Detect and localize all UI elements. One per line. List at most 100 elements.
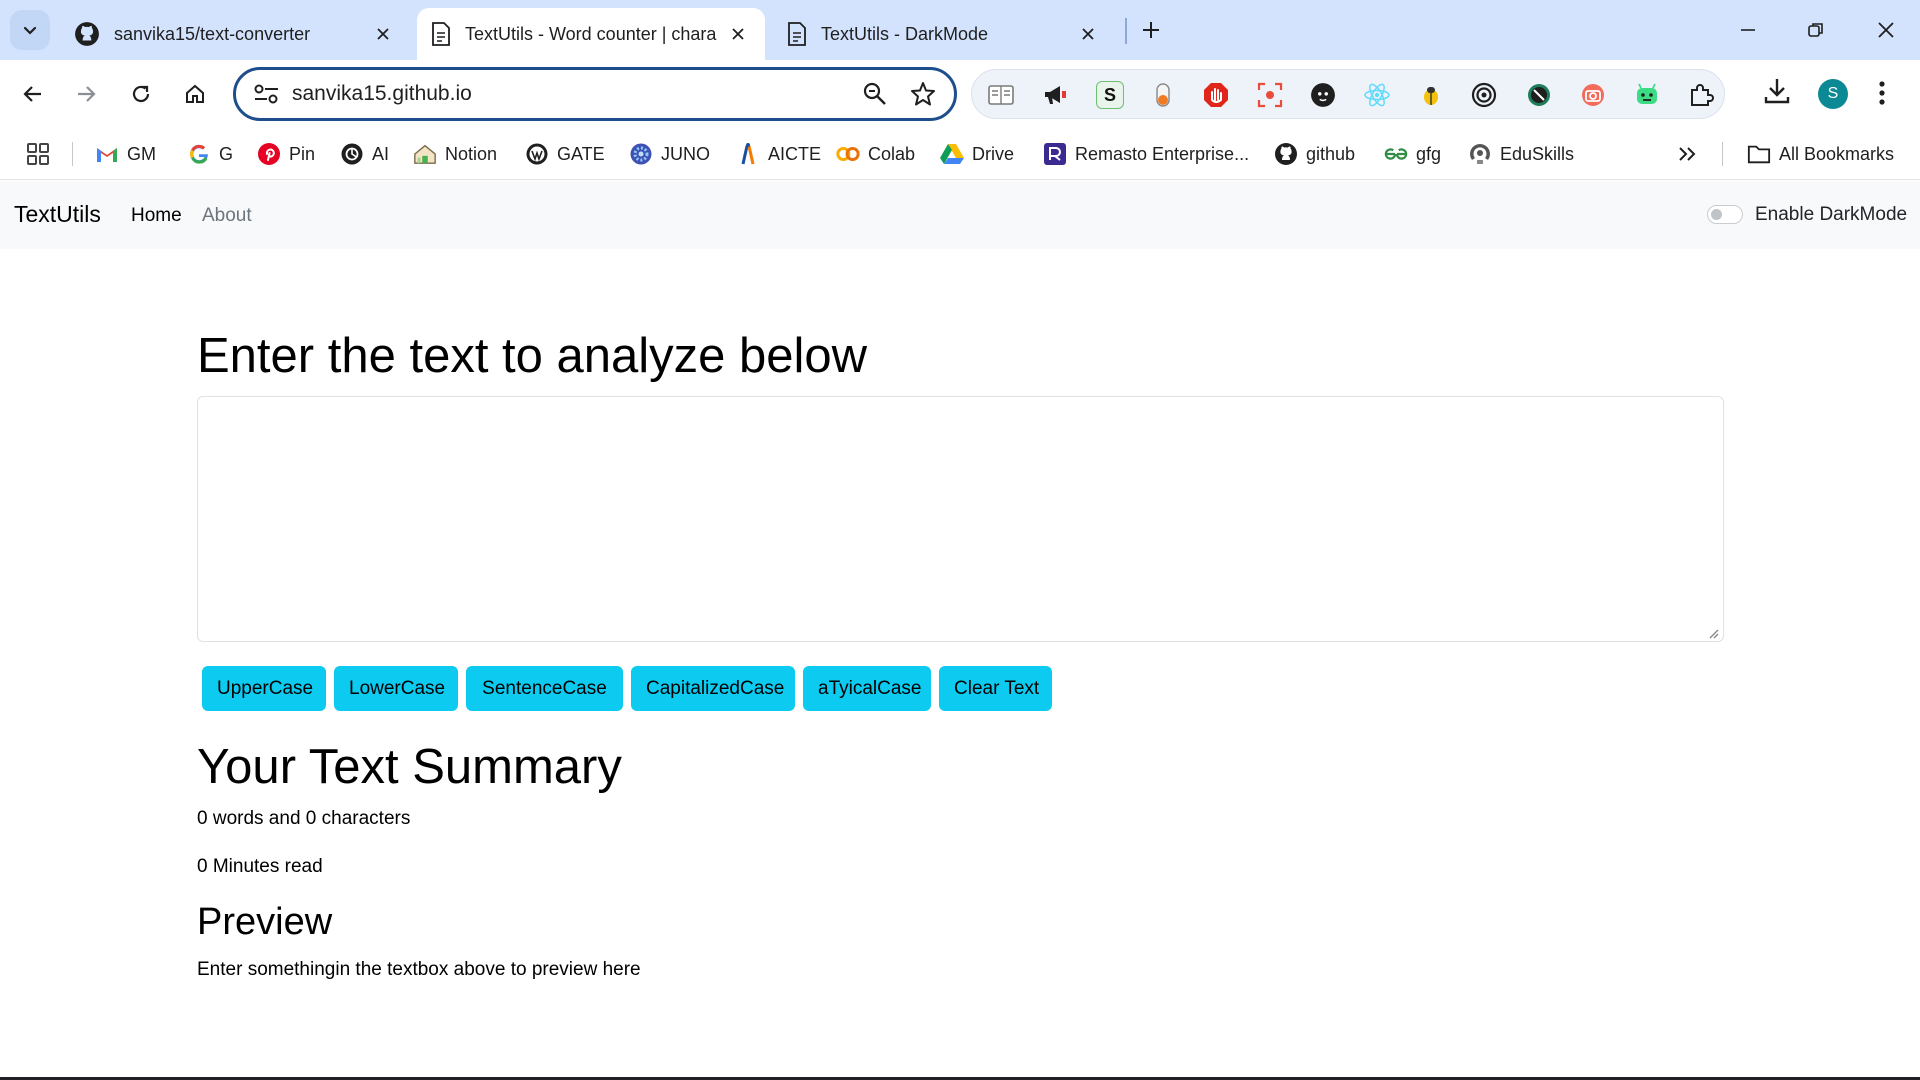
bookmark-github[interactable]: github [1274, 140, 1355, 168]
apps-button[interactable] [26, 140, 50, 168]
tab-textutils-active[interactable]: TextUtils - Word counter | character cou… [417, 8, 765, 60]
s-extension-icon[interactable]: S [1096, 81, 1124, 109]
bookmark-juno[interactable]: JUNO [629, 140, 710, 168]
plus-icon [1143, 22, 1159, 38]
preview-heading: Preview [197, 901, 333, 943]
nav-link-home[interactable]: Home [131, 205, 182, 227]
gmail-icon [95, 142, 119, 166]
bookmark-notion[interactable]: Notion [413, 140, 497, 168]
darkmode-label[interactable]: Enable DarkMode [1755, 204, 1907, 226]
darkmode-toggle[interactable] [1707, 205, 1743, 224]
arrow-right-icon [78, 86, 96, 102]
bookmark-ai[interactable]: AI [340, 140, 389, 168]
close-tab-button[interactable] [370, 21, 396, 47]
bookmark-label: G [219, 143, 234, 164]
folder-icon [1747, 142, 1771, 166]
camera-icon[interactable] [1579, 81, 1607, 109]
atypicalcase-button[interactable]: aTyicalCase [803, 666, 931, 711]
tab-github[interactable]: sanvika15/text-converter [60, 8, 410, 60]
url-text[interactable]: sanvika15.github.io [292, 82, 472, 106]
close-tab-button[interactable] [1075, 21, 1101, 47]
nav-link-about[interactable]: About [202, 205, 252, 227]
puzzle-icon[interactable] [1687, 81, 1715, 109]
screenshot-icon[interactable] [1256, 81, 1284, 109]
resize-handle-icon[interactable] [1707, 627, 1719, 639]
chevron-down-icon [23, 26, 37, 35]
wordpress-icon[interactable] [1525, 81, 1553, 109]
read-time: 0 Minutes read [197, 856, 323, 877]
close-icon [1082, 28, 1094, 40]
tab-darkmode[interactable]: TextUtils - DarkMode [773, 8, 1115, 60]
bookmark-drive[interactable]: Drive [940, 140, 1014, 168]
uppercase-button[interactable]: UpperCase [202, 666, 326, 711]
bookmark-colab[interactable]: Colab [836, 140, 915, 168]
more-bookmarks-button[interactable] [1676, 140, 1698, 168]
gfg-icon [1384, 142, 1408, 166]
close-window-button[interactable] [1856, 8, 1916, 52]
bookmark-label: Notion [445, 143, 498, 164]
bookmark-eduskills[interactable]: EduSkills [1468, 140, 1574, 168]
google-icon [187, 142, 211, 166]
reader-mode-icon[interactable] [987, 81, 1015, 109]
minimize-icon [1741, 29, 1755, 31]
profile-avatar[interactable]: S [1818, 79, 1848, 109]
document-icon [432, 22, 450, 46]
bookmark-gfg[interactable]: gfg [1384, 140, 1441, 168]
target-icon[interactable] [1470, 81, 1498, 109]
android-icon[interactable] [1633, 81, 1661, 109]
gate-icon [525, 142, 549, 166]
bookmark-label: AI [372, 143, 390, 164]
home-button[interactable] [175, 74, 215, 114]
clear-text-button[interactable]: Clear Text [939, 666, 1052, 711]
github-icon [75, 22, 99, 46]
pill-icon[interactable] [1149, 81, 1177, 109]
capitalizedcase-button[interactable]: CapitalizedCase [631, 666, 795, 711]
bookmark-pin[interactable]: Pin [257, 140, 315, 168]
bookmark-remasto[interactable]: Remasto Enterprise... [1043, 140, 1249, 168]
site-info-icon[interactable] [252, 82, 282, 106]
bookmark-label: Drive [972, 143, 1015, 164]
word-char-count: 0 words and 0 characters [197, 808, 411, 829]
restore-icon [1808, 23, 1823, 37]
react-icon[interactable] [1363, 81, 1391, 109]
restore-button[interactable] [1786, 8, 1846, 52]
bookmark-label: AICTE [768, 143, 822, 164]
document-icon [788, 22, 806, 46]
bookmarks-separator [72, 142, 73, 166]
back-button[interactable] [13, 74, 53, 114]
bookmark-gate[interactable]: GATE [525, 140, 605, 168]
adblock-hand-icon[interactable] [1202, 81, 1230, 109]
download-icon[interactable] [1762, 76, 1792, 106]
sentencecase-button[interactable]: SentenceCase [466, 666, 623, 711]
openai-icon [340, 142, 364, 166]
github-cat-icon[interactable] [1309, 81, 1337, 109]
zoom-icon[interactable] [861, 80, 889, 108]
juno-icon [629, 142, 653, 166]
github-icon [1274, 142, 1298, 166]
reload-button[interactable] [121, 74, 161, 114]
eduskills-icon [1468, 142, 1492, 166]
reload-icon [132, 85, 150, 103]
bookmark-aicte[interactable]: AICTE [736, 140, 821, 168]
megaphone-icon[interactable] [1041, 81, 1069, 109]
navbar-brand[interactable]: TextUtils [14, 201, 101, 228]
close-tab-button[interactable] [725, 21, 751, 47]
address-bar[interactable]: sanvika15.github.io [233, 67, 957, 121]
all-bookmarks-button[interactable]: All Bookmarks [1747, 140, 1894, 168]
site-navbar: TextUtils Home About Enable DarkMode [0, 181, 1920, 249]
more-vertical-icon[interactable] [1872, 77, 1892, 109]
aicte-icon [736, 142, 760, 166]
new-tab-button[interactable] [1133, 12, 1169, 48]
bookmark-star-icon[interactable] [909, 80, 937, 108]
text-input-area[interactable] [197, 396, 1724, 642]
bookmark-gm[interactable]: GM [95, 140, 156, 168]
summary-heading: Your Text Summary [197, 740, 622, 794]
tab-search-button[interactable] [10, 10, 50, 50]
minimize-button[interactable] [1718, 8, 1778, 52]
bug-icon[interactable] [1417, 81, 1445, 109]
lowercase-button[interactable]: LowerCase [334, 666, 458, 711]
bookmarks-separator [1722, 142, 1723, 166]
forward-button[interactable] [66, 74, 106, 114]
browser-toolbar: sanvika15.github.io S S [0, 60, 1920, 128]
bookmark-g[interactable]: G [187, 140, 233, 168]
